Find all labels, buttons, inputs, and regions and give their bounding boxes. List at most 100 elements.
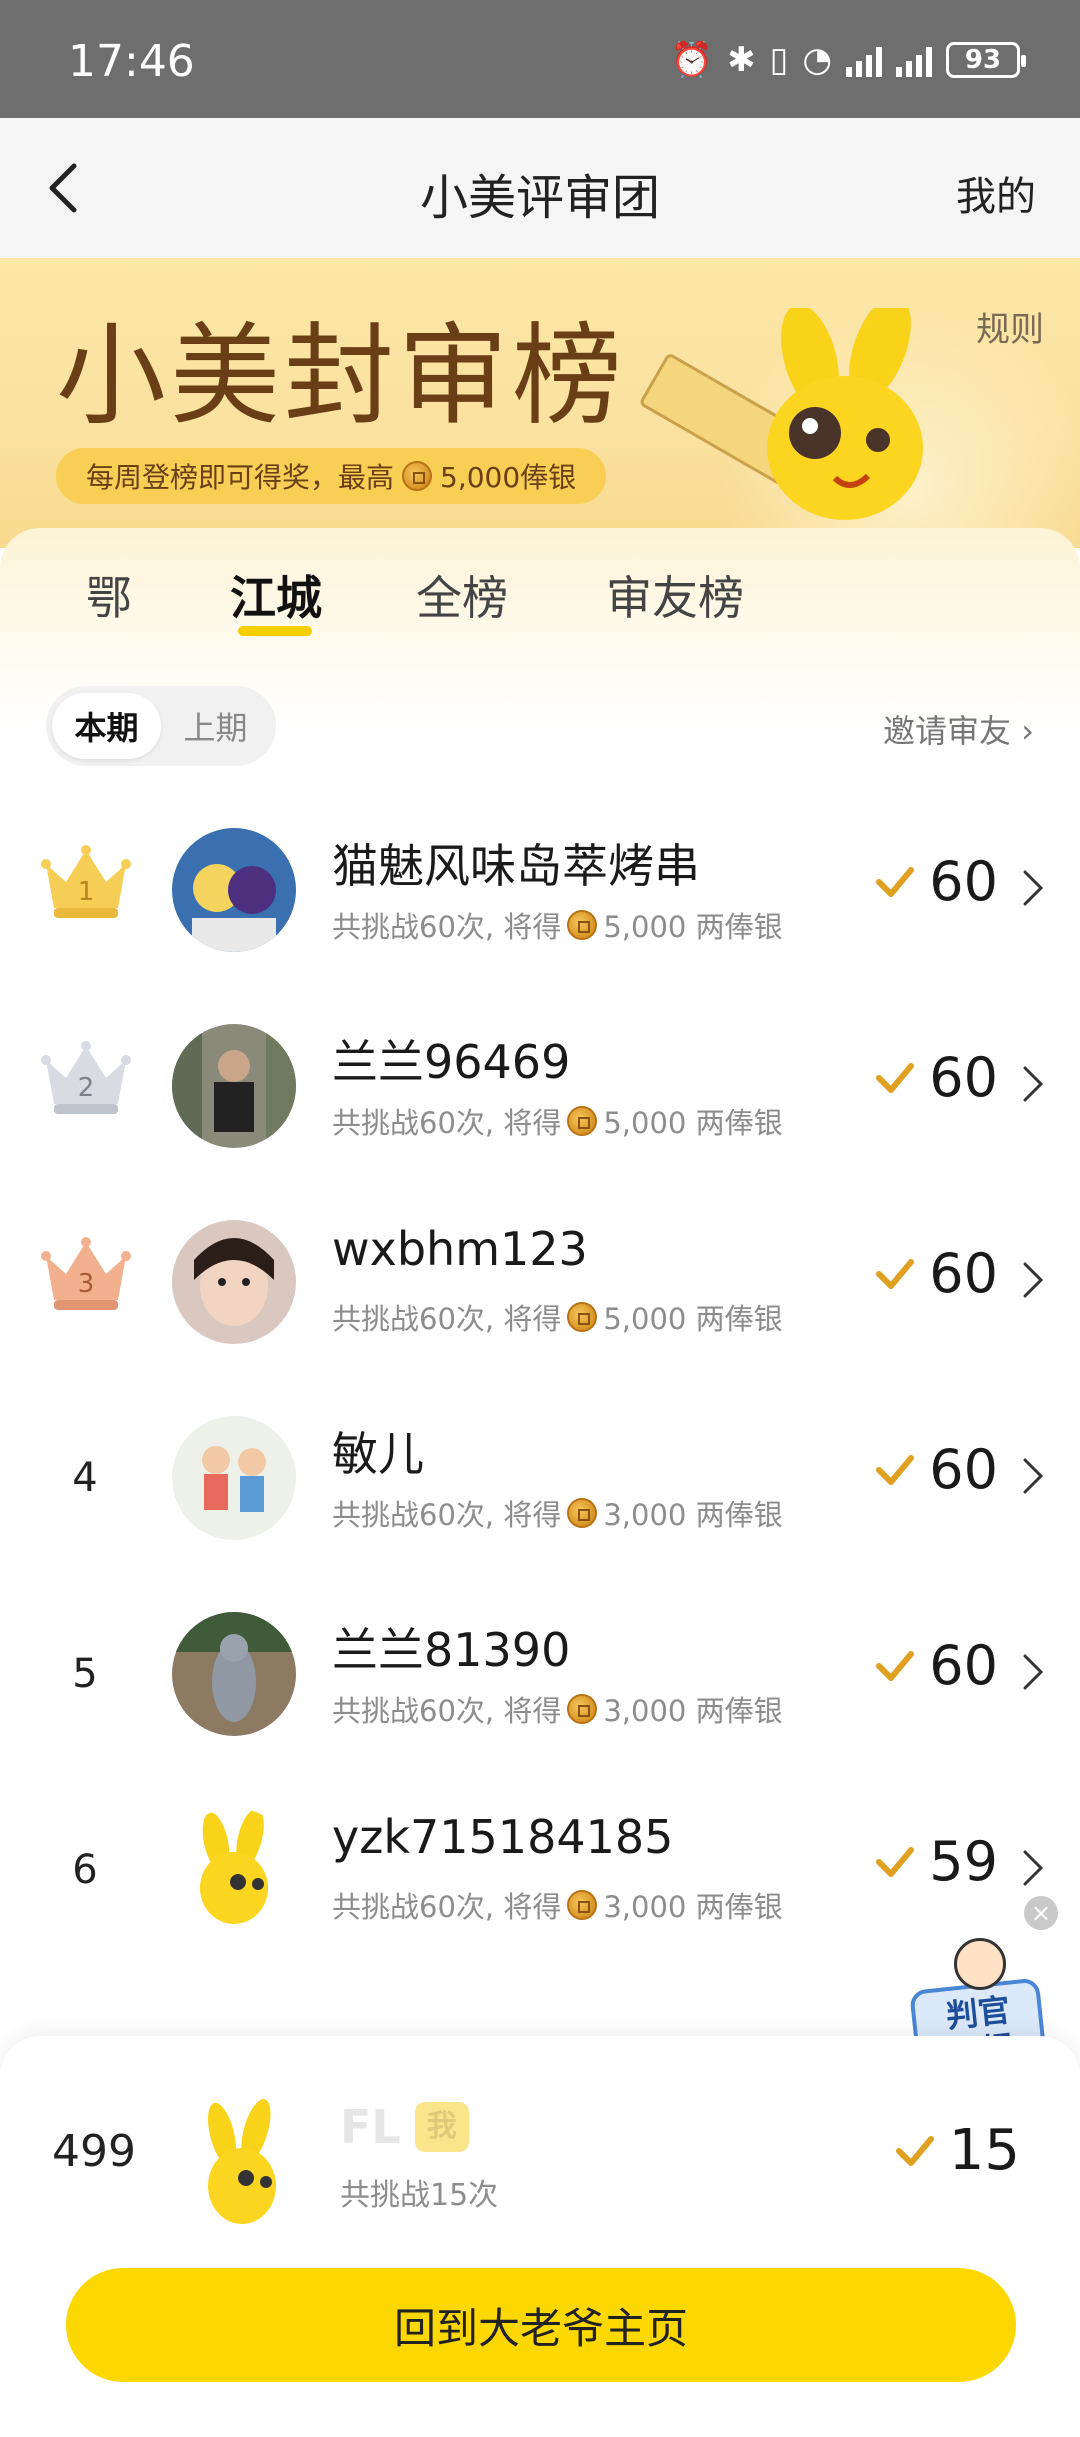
mine-link[interactable]: 我的 [956,164,1036,222]
rank-number: 4 [72,1455,98,1501]
my-rank-number: 499 [52,2126,136,2177]
check-icon [895,2135,934,2166]
user-sub: 共挑战60次, 将得 5,000 两俸银 [332,1100,783,1142]
status-time: 17:46 [68,36,195,87]
my-name-text: FL [340,2100,401,2154]
user-name: yzk715184185 [332,1810,674,1864]
vibrate-icon: ▯ [769,40,789,80]
sub-prefix: 共挑战60次, 将得 [332,1106,562,1140]
page-title: 小美评审团 [419,170,660,226]
silver-crown-icon: 2 [41,1041,131,1114]
banner: 小美封审榜 每周登榜即可得奖，最高 5,000俸银 规则 [0,258,1080,548]
back-to-home-button[interactable]: 回到大老爷主页 [66,2268,1016,2382]
user-name: 兰兰96469 [332,1035,571,1089]
rules-link[interactable]: 规则 [976,302,1044,351]
sub-reward: 5,000 两俸银 [603,910,783,944]
alarm-icon: ⏰ [670,40,714,80]
sub-prefix: 共挑战60次, 将得 [332,910,562,944]
period-toggle: 本期 上期 [46,686,276,766]
check-icon [876,1846,915,1877]
tab-city[interactable]: 江城 [230,562,322,628]
score-value: 60 [929,1242,998,1305]
avatar [172,1612,296,1736]
avatar [172,1416,296,1540]
svg-text:3: 3 [78,1269,95,1299]
chevron-right-icon [1023,1066,1044,1102]
score: 59 [875,1830,998,1893]
user-sub: 共挑战60次, 将得 5,000 两俸银 [332,904,783,946]
period-previous[interactable]: 上期 [161,693,270,759]
chevron-right-icon [1023,1654,1044,1690]
coin-icon [567,910,598,940]
tab-active-indicator [238,626,312,636]
bluetooth-icon: ✱ [727,40,756,80]
sub-reward: 5,000 两俸银 [603,1302,783,1336]
bronze-crown-icon: 3 [41,1237,131,1310]
score-value: 60 [929,1438,998,1501]
list-item[interactable]: 3 wxbhm123 共挑战60次, 将得 5,000 两俸银 60 [0,1184,1080,1380]
coin-icon [567,1694,598,1724]
tab-all[interactable]: 全榜 [416,562,508,628]
sub-prefix: 共挑战60次, 将得 [332,1890,562,1924]
status-icons: ⏰ ✱ ▯ ◔ 93 [670,40,1026,80]
period-current[interactable]: 本期 [52,693,161,759]
list-item[interactable]: 1 猫魅风味岛萃烤串 共挑战60次, 将得 5,000 两俸银 60 [0,792,1080,988]
avatar [172,828,296,952]
user-name: 猫魅风味岛萃烤串 [332,839,700,893]
chevron-right-icon [1023,870,1044,906]
user-sub: 共挑战60次, 将得 3,000 两俸银 [332,1884,783,1926]
check-icon [876,1258,915,1289]
user-name: 兰兰81390 [332,1623,571,1677]
reward-text: 每周登榜即可得奖，最高 [86,461,395,494]
my-rank-sheet: 499 FL 我 共挑战15次 15 回到大老爷主页 [0,2036,1080,2437]
invite-label: 邀请审友 [883,712,1012,750]
wifi-icon: ◔ [802,40,832,80]
check-icon [876,1454,915,1485]
user-sub: 共挑战60次, 将得 3,000 两俸银 [332,1688,783,1730]
nav-bar: 小美评审团 我的 [0,118,1080,258]
user-sub: 共挑战60次, 将得 3,000 两俸银 [332,1492,783,1534]
score-value: 60 [929,850,998,913]
list-item[interactable]: 4 敏儿 共挑战60次, 将得 3,000 两俸银 60 [0,1380,1080,1576]
user-name: wxbhm123 [332,1222,588,1276]
avatar [172,1220,296,1344]
score: 60 [875,1634,998,1697]
check-icon [876,866,915,897]
user-name: 敏儿 [332,1427,424,1481]
score-value: 60 [929,1046,998,1109]
svg-text:2: 2 [78,1073,95,1103]
signal-2-icon [896,43,932,77]
avatar [172,1024,296,1148]
banner-title: 小美封审榜 [56,312,626,440]
score-value: 59 [929,1830,998,1893]
float-close-icon[interactable]: × [1024,1896,1058,1930]
chevron-right-icon [1023,1262,1044,1298]
rank-number: 6 [72,1847,98,1893]
invite-link[interactable]: 邀请审友 › [883,706,1034,752]
tab-province[interactable]: 鄂 [86,562,132,628]
reward-amount: 5,000俸银 [440,461,577,494]
tab-friends[interactable]: 审友榜 [606,562,744,628]
sub-prefix: 共挑战60次, 将得 [332,1694,562,1728]
list-item[interactable]: 2 兰兰96469 共挑战60次, 将得 5,000 两俸银 60 [0,988,1080,1184]
check-icon [876,1650,915,1681]
coin-icon [567,1498,598,1528]
chevron-right-icon [1023,1850,1044,1886]
list-item[interactable]: 5 兰兰81390 共挑战60次, 将得 3,000 两俸银 60 [0,1576,1080,1772]
my-sub: 共挑战15次 [340,2178,499,2213]
battery-icon: 93 [946,42,1026,78]
my-name: FL 我 [340,2100,469,2154]
sub-prefix: 共挑战60次, 将得 [332,1302,562,1336]
judge-head-icon [954,1938,1006,1990]
sub-reward: 5,000 两俸银 [603,1106,783,1140]
chevron-right-icon [1023,1458,1044,1494]
my-score-value: 15 [948,2118,1020,2183]
rank-number: 5 [72,1651,98,1697]
sub-reward: 3,000 两俸银 [603,1498,783,1532]
sub-reward: 3,000 两俸银 [603,1694,783,1728]
coin-icon [402,461,433,491]
coin-icon [567,1106,598,1136]
chevron-right-icon: › [1011,712,1034,750]
score: 60 [875,850,998,913]
coin-icon [567,1890,598,1920]
